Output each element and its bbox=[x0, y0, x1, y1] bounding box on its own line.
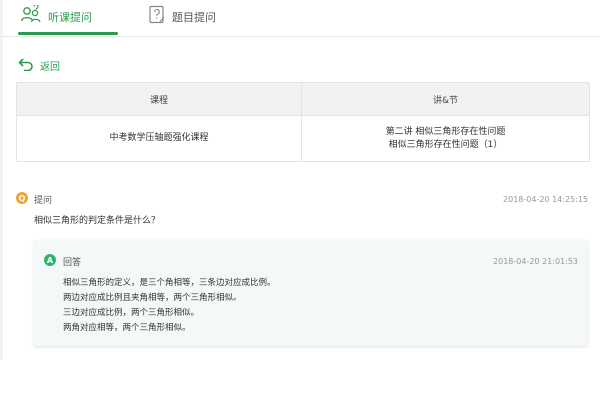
back-arrow-icon bbox=[18, 56, 34, 75]
left-panel-edge bbox=[0, 0, 3, 360]
tab-label: 题目提问 bbox=[172, 11, 216, 24]
tab-label: 听课提问 bbox=[48, 11, 92, 24]
answer-card: A 回答 2018-04-20 21:01:53 相似三角形的定义，是三个角相等… bbox=[34, 240, 588, 346]
question-timestamp: 2018-04-20 14:25:15 bbox=[503, 195, 588, 204]
answer-timestamp: 2018-04-20 21:01:53 bbox=[493, 257, 578, 266]
question-sheet-icon bbox=[148, 5, 166, 29]
tab-bar: 听课提问 题目提问 bbox=[0, 0, 600, 37]
answer-title: 回答 bbox=[63, 258, 82, 268]
back-label: 返回 bbox=[40, 62, 60, 73]
tab-exercise-question[interactable]: 题目提问 bbox=[148, 0, 244, 34]
question-title: 提问 bbox=[34, 196, 53, 206]
question-text: 相似三角形的判定条件是什么？ bbox=[34, 216, 161, 226]
answer-line: 两边对应成比例且夹角相等，两个三角形相似。 bbox=[63, 293, 242, 303]
section-subtitle: 相似三角形存在性问题（1） bbox=[388, 139, 503, 150]
answer-body: 相似三角形的定义，是三个角相等，三条边对应成比例。 两边对应成比例且夹角相等，两… bbox=[63, 276, 276, 336]
active-tab-indicator bbox=[18, 32, 118, 35]
tab-lecture-question[interactable]: 听课提问 bbox=[20, 0, 116, 34]
back-button[interactable]: 返回 bbox=[18, 56, 60, 75]
section-title: 第二讲 相似三角形存在性问题 bbox=[385, 126, 506, 137]
table-header-course: 课程 bbox=[17, 83, 302, 115]
table-cell-course: 中考数学压轴题强化课程 bbox=[17, 116, 302, 161]
answer-line: 三边对应成比例，两个三角形相似。 bbox=[63, 308, 200, 318]
table-header-section: 讲&节 bbox=[302, 83, 589, 115]
answer-line: 两角对应相等，两个三角形相似。 bbox=[63, 323, 191, 333]
table-cell-section: 第二讲 相似三角形存在性问题 相似三角形存在性问题（1） bbox=[302, 116, 589, 161]
group-question-icon bbox=[20, 4, 42, 29]
question-badge-icon: Q bbox=[16, 192, 28, 204]
answer-line: 相似三角形的定义，是三个角相等，三条边对应成比例。 bbox=[63, 278, 276, 288]
course-table: 课程 讲&节 中考数学压轴题强化课程 第二讲 相似三角形存在性问题 相似三角形存… bbox=[16, 82, 590, 162]
answer-badge-icon: A bbox=[44, 254, 56, 266]
